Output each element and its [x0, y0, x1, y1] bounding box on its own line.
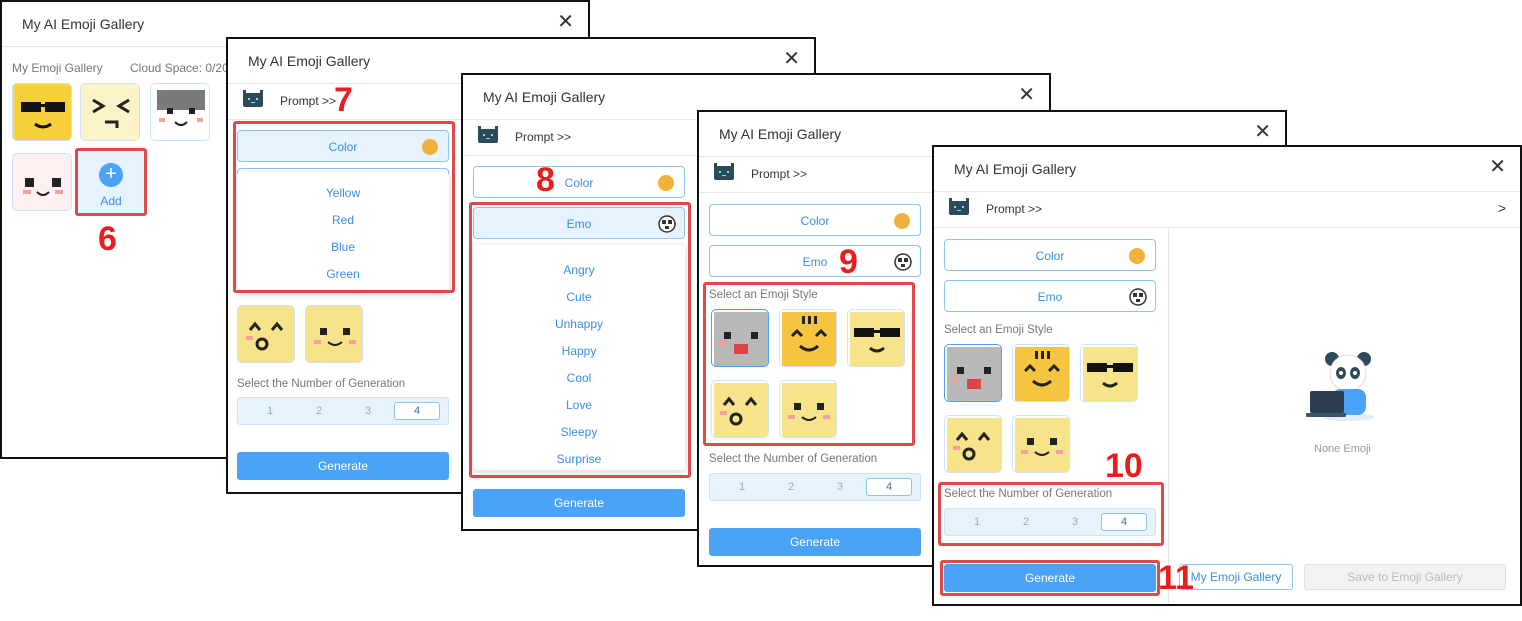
- gallery-label: My Emoji Gallery: [12, 61, 103, 75]
- close-icon[interactable]: ✕: [783, 49, 800, 69]
- color-select-label: Color: [800, 214, 830, 228]
- color-select-label: Color: [564, 176, 594, 190]
- robot-icon: [243, 90, 263, 107]
- prompt-row[interactable]: Prompt >> >: [934, 191, 1520, 228]
- color-select[interactable]: Color: [944, 239, 1156, 271]
- prompt-label: Prompt >>: [280, 94, 337, 108]
- robot-icon: [478, 126, 498, 143]
- cloud-space-label: Cloud Space: 0/20: [130, 61, 229, 75]
- style-thumb-sunglasses[interactable]: [1080, 344, 1138, 402]
- color-select[interactable]: Color: [709, 204, 921, 236]
- annotation-11: 11: [1158, 559, 1194, 597]
- style-thumb-smile[interactable]: [1012, 415, 1070, 473]
- color-dot-icon: [1129, 248, 1145, 264]
- smile-emoji-icon: [1015, 418, 1069, 472]
- highlight-box-6: [75, 148, 147, 216]
- emotion-icon: [894, 253, 912, 271]
- color-select[interactable]: Color: [473, 166, 685, 198]
- color-select-label: Color: [1035, 249, 1065, 263]
- color-dot-icon: [658, 175, 674, 191]
- dialog-title: My AI Emoji Gallery: [483, 89, 606, 105]
- number-option-2[interactable]: 2: [309, 405, 329, 417]
- emo-select-label: Emo: [802, 255, 828, 269]
- sunglasses-emoji-icon: [1083, 347, 1137, 401]
- dialog-title: My AI Emoji Gallery: [248, 53, 371, 69]
- cat-emoji-icon: [947, 347, 1001, 401]
- prompt-label: Prompt >>: [751, 167, 808, 181]
- highlight-box-10: [938, 482, 1164, 546]
- prompt-label: Prompt >>: [986, 202, 1043, 216]
- generate-button[interactable]: Generate: [473, 489, 685, 517]
- number-option-1[interactable]: 1: [732, 481, 752, 493]
- annotation-9: 9: [839, 243, 858, 281]
- number-option-4-selected[interactable]: 4: [866, 478, 912, 496]
- gallery-emoji-squint[interactable]: [80, 83, 140, 141]
- number-label: Select the Number of Generation: [237, 378, 406, 390]
- gallery-emoji-cool[interactable]: [12, 83, 72, 141]
- annotation-7: 7: [334, 81, 353, 119]
- generate-button[interactable]: Generate: [237, 452, 449, 480]
- annotation-6: 6: [98, 220, 117, 258]
- emotion-icon: [1129, 288, 1147, 306]
- dialog-title: My AI Emoji Gallery: [954, 161, 1077, 177]
- style-thumb-smile[interactable]: [305, 305, 363, 363]
- highlight-box-7: [233, 121, 455, 293]
- emo-select[interactable]: Emo: [944, 280, 1156, 312]
- left-panel-divider: [1168, 229, 1169, 604]
- number-selector[interactable]: 1 2 3 4: [709, 473, 921, 501]
- style-thumb-surprised[interactable]: [944, 415, 1002, 473]
- squint-emoji-icon: [83, 86, 139, 140]
- robot-icon: [949, 198, 969, 215]
- number-label: Select the Number of Generation: [709, 453, 878, 465]
- close-icon[interactable]: ✕: [1489, 157, 1506, 177]
- emo-select[interactable]: Emo: [709, 245, 921, 277]
- tiger-emoji-icon: [1015, 347, 1069, 401]
- gallery-emoji-blush[interactable]: [12, 153, 72, 211]
- cat-emoji-icon: [157, 90, 205, 136]
- dialog-generate: My AI Emoji Gallery ✕ Prompt >> > Color …: [932, 145, 1522, 606]
- save-to-emoji-gallery-button[interactable]: Save to Emoji Gallery: [1304, 564, 1506, 590]
- color-dot-icon: [894, 213, 910, 229]
- surprised-emoji-icon: [947, 418, 1001, 472]
- surprised-emoji-icon: [240, 308, 294, 362]
- none-emoji-label: None Emoji: [1314, 443, 1371, 455]
- close-icon[interactable]: ✕: [557, 12, 574, 32]
- highlight-box-9: [703, 282, 915, 446]
- number-option-2[interactable]: 2: [781, 481, 801, 493]
- dialog-title: My AI Emoji Gallery: [22, 16, 145, 32]
- annotation-10: 10: [1105, 447, 1143, 485]
- annotation-8: 8: [536, 161, 555, 199]
- number-option-3[interactable]: 3: [830, 481, 850, 493]
- generate-button[interactable]: Generate: [709, 528, 921, 556]
- sunglasses-emoji-icon: [15, 86, 71, 140]
- number-selector[interactable]: 1 2 3 4: [237, 397, 449, 425]
- emo-select-label: Emo: [1037, 290, 1063, 304]
- number-option-4-selected[interactable]: 4: [394, 402, 440, 420]
- number-option-3[interactable]: 3: [358, 405, 378, 417]
- style-thumb-surprised[interactable]: [237, 305, 295, 363]
- panda-laptop-icon: [1306, 352, 1374, 421]
- dialog-header: My AI Emoji Gallery ✕: [934, 147, 1520, 192]
- smile-emoji-icon: [308, 308, 362, 362]
- number-option-1[interactable]: 1: [260, 405, 280, 417]
- prompt-label: Prompt >>: [515, 130, 572, 144]
- chevron-right-icon[interactable]: >: [1498, 200, 1506, 216]
- dialog-title: My AI Emoji Gallery: [719, 126, 842, 142]
- style-label: Select an Emoji Style: [944, 324, 1053, 336]
- highlight-box-11: [940, 560, 1160, 596]
- close-icon[interactable]: ✕: [1254, 122, 1271, 142]
- highlight-box-8: [469, 202, 691, 478]
- style-thumb-cat[interactable]: [944, 344, 1002, 402]
- robot-icon: [714, 163, 734, 180]
- blush-emoji-icon: [15, 156, 71, 210]
- my-emoji-gallery-button[interactable]: My Emoji Gallery: [1179, 564, 1293, 590]
- gallery-emoji-cat[interactable]: [150, 83, 210, 141]
- close-icon[interactable]: ✕: [1018, 85, 1035, 105]
- style-thumb-tiger[interactable]: [1012, 344, 1070, 402]
